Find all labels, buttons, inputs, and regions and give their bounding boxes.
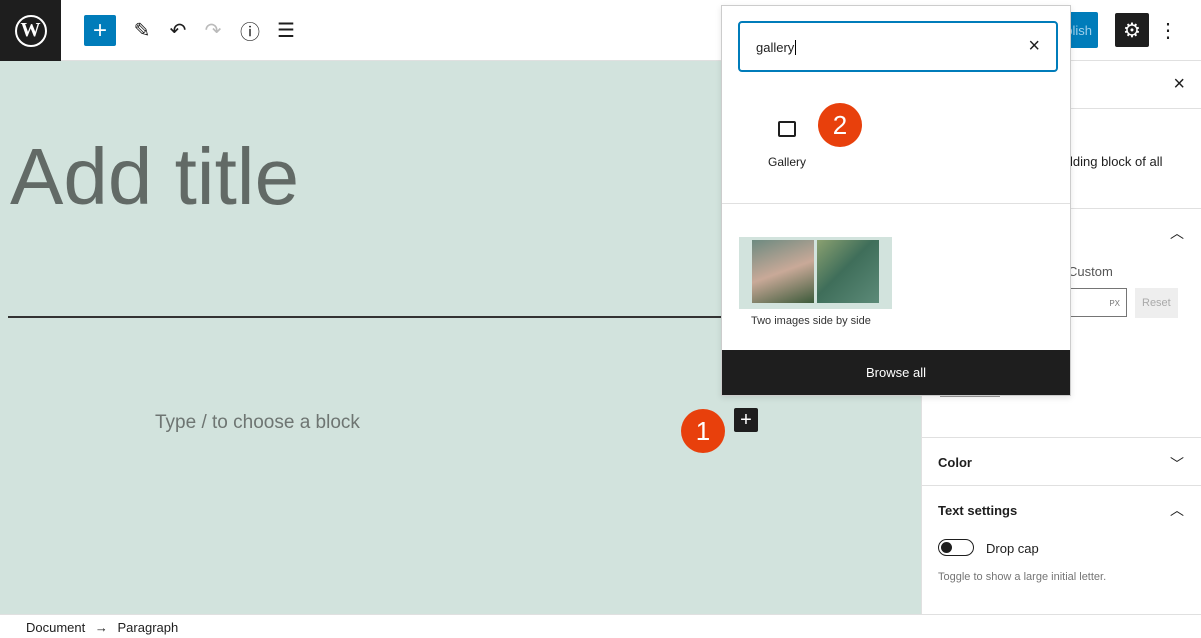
drop-cap-help: Toggle to show a large initial letter.: [938, 571, 1107, 583]
pattern-image-1: [752, 240, 814, 303]
color-label: Color: [938, 455, 972, 470]
chevron-up-icon[interactable]: ︿: [1170, 500, 1184, 520]
block-search-input[interactable]: gallery ×: [738, 21, 1058, 72]
wordpress-logo[interactable]: W: [0, 0, 61, 61]
block-description: lding block of all: [1070, 154, 1163, 169]
text-settings-label[interactable]: Text settings: [938, 503, 1017, 518]
pattern-preview[interactable]: [739, 237, 892, 309]
breadcrumb-separator: →: [94, 620, 108, 635]
breadcrumb-document[interactable]: Document: [26, 620, 85, 635]
reset-button[interactable]: Reset: [1135, 288, 1178, 318]
list-view-icon[interactable]: ☰: [270, 14, 302, 46]
close-sidebar-icon[interactable]: ×: [1173, 73, 1185, 96]
breadcrumb-paragraph[interactable]: Paragraph: [118, 620, 179, 635]
pattern-image-2: [817, 240, 879, 303]
drop-cap-label: Drop cap: [986, 541, 1039, 556]
more-options-icon[interactable]: ⋮: [1152, 14, 1184, 46]
drop-cap-toggle[interactable]: [938, 539, 974, 556]
info-icon[interactable]: ⓘ: [234, 14, 266, 46]
post-title-input[interactable]: Add title: [10, 131, 299, 223]
separator: [8, 316, 748, 318]
breadcrumb: Document → Paragraph: [0, 614, 1201, 638]
gallery-block-item[interactable]: Gallery: [752, 106, 822, 181]
gallery-icon: [778, 121, 796, 137]
chevron-up-icon[interactable]: ︿: [1170, 223, 1184, 243]
settings-gear-icon[interactable]: ⚙: [1115, 13, 1149, 47]
redo-icon[interactable]: ↷: [197, 14, 229, 46]
text-settings-panel: Text settings ︿ Drop cap Toggle to show …: [922, 485, 1201, 614]
gallery-label: Gallery: [767, 155, 806, 169]
add-block-button[interactable]: +: [84, 15, 116, 46]
block-inserter-popover: gallery × Gallery 2 Two images side by s…: [721, 5, 1071, 396]
paragraph-placeholder[interactable]: Type / to choose a block: [155, 412, 360, 434]
color-panel[interactable]: Color ﹀: [922, 437, 1201, 485]
custom-label: Custom: [1068, 264, 1113, 279]
edit-icon[interactable]: ✎: [126, 14, 158, 46]
step-badge-2: 2: [818, 103, 862, 147]
search-value: gallery: [756, 40, 795, 55]
undo-icon[interactable]: ↶: [162, 14, 194, 46]
pattern-label[interactable]: Two images side by side: [751, 315, 871, 327]
font-size-input[interactable]: PX: [1062, 288, 1127, 317]
chevron-down-icon: ﹀: [1170, 456, 1184, 472]
block-inserter-button[interactable]: +: [734, 408, 758, 432]
clear-search-icon[interactable]: ×: [1028, 35, 1040, 58]
step-badge-1: 1: [681, 409, 725, 453]
browse-all-button[interactable]: Browse all: [722, 350, 1070, 395]
